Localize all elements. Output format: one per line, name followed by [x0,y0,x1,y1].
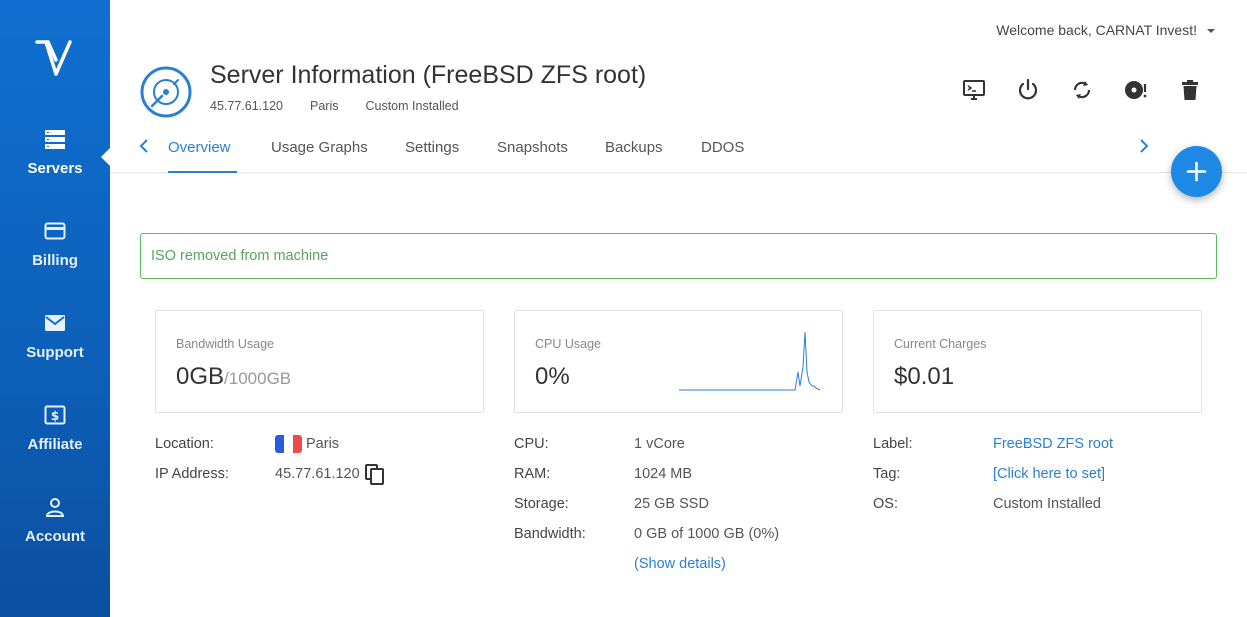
server-meta: 45.77.61.120 Paris Custom Installed [210,99,459,113]
detail-key: OS: [873,496,898,512]
card-value: 0GB/1000GB [176,363,291,391]
detail-key: CPU: [514,436,549,452]
meta-os: Custom Installed [365,99,459,113]
user-icon [45,498,65,517]
card-charges: Current Charges $0.01 [873,310,1202,413]
tab-snapshots[interactable]: Snapshots [497,139,568,173]
dollar-icon: $ [44,405,66,425]
card-value: $0.01 [894,363,955,390]
credit-card-icon [44,222,66,240]
bandwidth-used: 0GB [176,363,225,390]
sidebar-item-billing[interactable]: Billing [0,220,110,290]
detail-key: Storage: [514,496,569,512]
power-icon[interactable] [1016,78,1040,102]
detail-key: RAM: [514,466,551,482]
storage-value: 25 GB SSD [634,496,709,512]
sidebar-item-label: Account [25,528,85,545]
detail-key: IP Address: [155,466,229,482]
meta-ip: 45.77.61.120 [210,99,283,113]
sidebar-item-affiliate[interactable]: $ Affiliate [0,404,110,474]
tab-backups[interactable]: Backups [605,139,663,173]
plus-icon [1186,161,1207,182]
trash-icon[interactable] [1178,78,1202,102]
cpu-sparkline [679,331,821,391]
detail-key: Tag: [873,466,901,482]
sidebar-item-label: Servers [27,160,83,177]
app: Servers Billing Support $ Affiliate Acco… [0,0,1247,617]
tab-usage-graphs[interactable]: Usage Graphs [271,139,368,173]
show-details-link[interactable]: (Show details) [634,556,726,572]
caret-down-icon [1207,29,1215,33]
tab-settings[interactable]: Settings [405,139,459,173]
details-location: Location: Paris IP Address: 45.77.61.120 [155,429,386,489]
detail-row: IP Address: 45.77.61.120 [155,459,386,489]
tab-bar: Overview Usage Graphs Settings Snapshots… [110,130,1247,173]
sidebar-item-support[interactable]: Support [0,312,110,382]
meta-location: Paris [310,99,339,113]
detail-key: Bandwidth: [514,526,586,542]
ip-value: 45.77.61.120 [275,466,360,482]
add-button[interactable] [1171,146,1222,197]
console-icon[interactable] [962,78,986,102]
sidebar-item-label: Billing [32,252,78,269]
detail-key: Location: [155,436,214,452]
page-title: Server Information (FreeBSD ZFS root) [210,61,647,89]
sidebar-item-account[interactable]: Account [0,496,110,566]
chevron-left-icon[interactable] [136,136,152,156]
cpu-value: 1 vCore [634,436,685,452]
vultr-logo[interactable] [34,36,78,80]
alert-message: ISO removed from machine [151,248,329,264]
restart-icon[interactable] [1070,78,1094,102]
card-label: Bandwidth Usage [176,337,274,351]
detail-row: Location: Paris [155,429,386,459]
svg-text:$: $ [51,409,59,423]
envelope-icon [45,315,65,331]
sidebar-item-label: Support [26,344,84,361]
tab-overview[interactable]: Overview [168,139,237,173]
sidebar: Servers Billing Support $ Affiliate Acco… [0,0,111,617]
iso-icon[interactable] [1124,78,1148,102]
chevron-right-icon[interactable] [1136,136,1152,156]
tab-ddos[interactable]: DDOS [701,139,744,173]
copy-icon[interactable] [364,463,386,485]
servers-icon [45,130,65,149]
card-bandwidth: Bandwidth Usage 0GB/1000GB [155,310,484,413]
details-specs: CPU: 1 vCore RAM: 1024 MB Storage: 25 GB SS… [514,429,779,579]
details-info: Label: FreeBSD ZFS root Tag: [Click here t… [873,429,1113,519]
detail-key: Label: [873,436,913,452]
server-actions [962,78,1202,102]
card-cpu: CPU Usage 0% [514,310,843,413]
label-link[interactable]: FreeBSD ZFS root [993,436,1113,452]
sidebar-item-servers[interactable]: Servers [0,128,110,198]
sidebar-item-label: Affiliate [27,436,83,453]
detail-value: Paris [275,435,339,453]
user-menu[interactable]: Welcome back, CARNAT Invest! [996,22,1215,38]
alert-success: ISO removed from machine [140,233,1217,279]
card-label: Current Charges [894,337,987,351]
bandwidth-value: 0 GB of 1000 GB (0%) [634,526,780,542]
server-disk-icon [140,66,192,118]
bandwidth-total: /1000GB [224,369,292,388]
card-value: 0% [535,363,570,390]
france-flag-icon [275,435,302,453]
ram-value: 1024 MB [634,466,693,482]
location-value: Paris [306,435,340,452]
card-label: CPU Usage [535,337,601,351]
welcome-text: Welcome back, CARNAT Invest! [996,22,1197,38]
tag-link[interactable]: [Click here to set] [993,466,1105,482]
os-value: Custom Installed [993,496,1101,512]
